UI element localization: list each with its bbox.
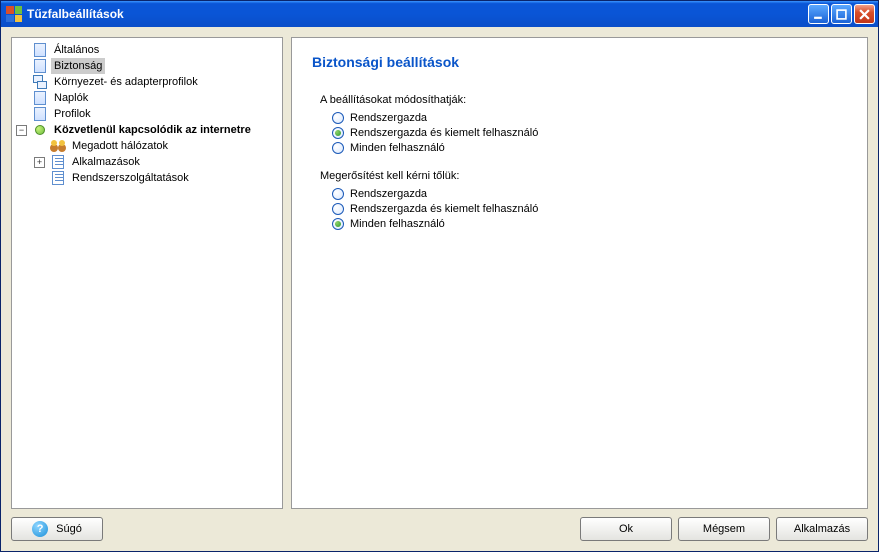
close-button[interactable]	[854, 4, 875, 24]
radio-g1-admin[interactable]: Rendszergazda	[332, 112, 847, 124]
tree-item-networks[interactable]: Megadott hálózatok	[32, 138, 280, 154]
tree-item-env[interactable]: Környezet- és adapterprofilok	[14, 74, 280, 90]
page-icon	[32, 42, 48, 58]
page-icon	[32, 106, 48, 122]
tree-panel: Általános Biztonság	[11, 37, 283, 509]
radio-icon[interactable]	[332, 112, 344, 124]
titlebar: Tűzfalbeállítások	[1, 1, 878, 27]
main-panel: Biztonsági beállítások A beállításokat m…	[291, 37, 868, 509]
radio-g2-admin[interactable]: Rendszergazda	[332, 188, 847, 200]
radio-g1-admin-power[interactable]: Rendszergazda és kiemelt felhasználó	[332, 127, 847, 139]
help-button-label: Súgó	[56, 523, 82, 535]
tree-item-logs[interactable]: Naplók	[14, 90, 280, 106]
radio-label: Minden felhasználó	[350, 218, 445, 230]
tree-item-general[interactable]: Általános	[14, 42, 280, 58]
user-status-icon	[32, 122, 48, 138]
content: Általános Biztonság	[1, 27, 878, 551]
collapse-icon[interactable]: −	[16, 125, 27, 136]
ok-button[interactable]: Ok	[580, 517, 672, 541]
users-icon	[50, 138, 66, 154]
radio-icon[interactable]	[332, 218, 344, 230]
list-icon	[50, 154, 66, 170]
app-icon	[6, 6, 22, 22]
apply-button[interactable]: Alkalmazás	[776, 517, 868, 541]
tree-label-networks: Megadott hálózatok	[69, 138, 171, 154]
list-icon	[50, 170, 66, 186]
radio-icon[interactable]	[332, 127, 344, 139]
ok-button-label: Ok	[619, 523, 633, 535]
radio-g1-all[interactable]: Minden felhasználó	[332, 142, 847, 154]
help-button[interactable]: ? Súgó	[11, 517, 103, 541]
tree-item-services[interactable]: Rendszerszolgáltatások	[32, 170, 280, 186]
radio-g2-admin-power[interactable]: Rendszergazda és kiemelt felhasználó	[332, 203, 847, 215]
radio-label: Rendszergazda és kiemelt felhasználó	[350, 203, 538, 215]
radio-label: Rendszergazda	[350, 112, 427, 124]
tree-label-logs: Naplók	[51, 90, 91, 106]
page-icon	[32, 90, 48, 106]
tree-label-profiles: Profilok	[51, 106, 94, 122]
tree-item-profiles[interactable]: Profilok	[14, 106, 280, 122]
radio-g2-all[interactable]: Minden felhasználó	[332, 218, 847, 230]
window-buttons	[808, 4, 875, 24]
cancel-button-label: Mégsem	[703, 523, 745, 535]
radio-label: Rendszergazda	[350, 188, 427, 200]
radio-icon[interactable]	[332, 188, 344, 200]
tree-label-direct: Közvetlenül kapcsolódik az internetre	[51, 122, 254, 138]
window-title: Tűzfalbeállítások	[27, 7, 808, 21]
group2-label: Megerősítést kell kérni tőlük:	[320, 170, 847, 182]
tree-item-apps[interactable]: + Alkalmazások	[32, 154, 280, 170]
apply-button-label: Alkalmazás	[794, 523, 850, 535]
expand-icon[interactable]: +	[34, 157, 45, 168]
page-title: Biztonsági beállítások	[312, 54, 847, 70]
panels: Általános Biztonság	[11, 37, 868, 509]
radio-label: Rendszergazda és kiemelt felhasználó	[350, 127, 538, 139]
window: Tűzfalbeállítások	[0, 0, 879, 552]
tree-label-apps: Alkalmazások	[69, 154, 143, 170]
help-icon: ?	[32, 521, 48, 537]
network-icon	[32, 74, 48, 90]
maximize-button[interactable]	[831, 4, 852, 24]
cancel-button[interactable]: Mégsem	[678, 517, 770, 541]
tree-label-services: Rendszerszolgáltatások	[69, 170, 192, 186]
tree-label-general: Általános	[51, 42, 102, 58]
tree-label-security: Biztonság	[51, 58, 105, 74]
page-icon	[32, 58, 48, 74]
group1-label: A beállításokat módosíthatják:	[320, 94, 847, 106]
tree-item-security[interactable]: Biztonság	[14, 58, 280, 74]
tree-label-env: Környezet- és adapterprofilok	[51, 74, 201, 90]
nav-tree: Általános Biztonság	[14, 42, 280, 186]
radio-label: Minden felhasználó	[350, 142, 445, 154]
radio-icon[interactable]	[332, 142, 344, 154]
minimize-button[interactable]	[808, 4, 829, 24]
tree-item-direct[interactable]: − Közvetlenül kapcsolódik az internetre	[14, 122, 280, 138]
bottom-bar: ? Súgó Ok Mégsem Alkalmazás	[11, 517, 868, 541]
radio-icon[interactable]	[332, 203, 344, 215]
